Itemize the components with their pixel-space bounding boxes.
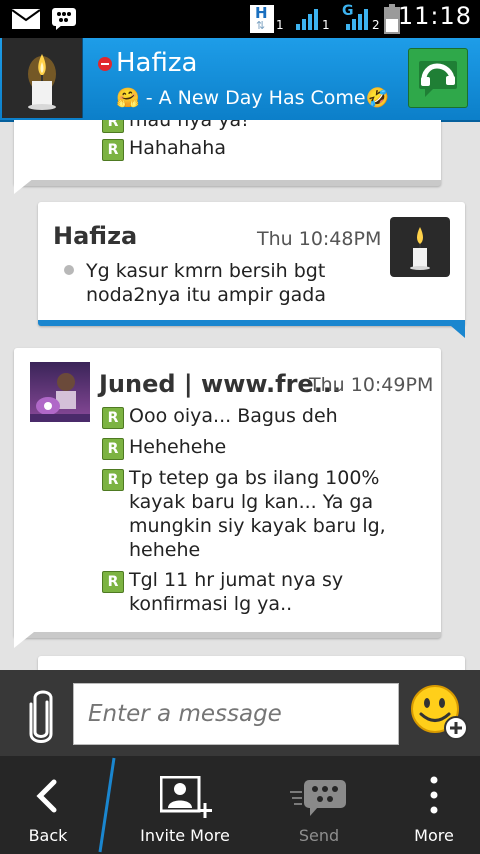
send-button[interactable]: Send bbox=[262, 756, 376, 854]
busy-status-icon bbox=[98, 57, 112, 71]
candle-icon bbox=[410, 227, 430, 270]
h-data-icon: H ⇅ bbox=[250, 4, 274, 33]
back-label: Back bbox=[28, 826, 68, 845]
message-time: Thu 10:48PM bbox=[257, 228, 382, 250]
read-receipt-icon: R bbox=[102, 571, 124, 593]
contact-name[interactable]: Hafiza bbox=[116, 48, 197, 78]
sim2-index: 2 bbox=[372, 18, 380, 32]
message-bubble-incoming: Juned | www.fre... Thu 10:49PM R Ooo oiy… bbox=[14, 348, 441, 638]
more-dots-icon bbox=[430, 776, 438, 814]
message-bubble-incoming: R mau nya ya! R Hahahaha bbox=[14, 120, 441, 186]
toolbar-divider bbox=[98, 757, 116, 853]
add-contact-icon bbox=[160, 776, 212, 818]
conversation-header: Hafiza 🤗 - A New Day Has Come🤣 bbox=[0, 38, 480, 122]
message-time: Thu 10:49PM bbox=[309, 374, 434, 396]
contact-status-message: 🤗 - A New Day Has Come🤣 bbox=[116, 87, 390, 109]
sender-avatar bbox=[390, 217, 450, 277]
message-bubble-outgoing: Hafiza Thu 10:48PM Yg kasur kmrn bersih … bbox=[38, 202, 465, 326]
sim1-index: 1 bbox=[276, 18, 284, 32]
bubble-tail bbox=[14, 178, 34, 194]
message-text: Tgl 11 hr jumat nya sy konfirmasi lg ya.… bbox=[129, 569, 344, 615]
message-text: mau nya ya! bbox=[129, 120, 249, 131]
sent-status-icon bbox=[64, 265, 74, 275]
bubble-tail bbox=[14, 632, 34, 648]
status-bar: H ⇅ 1 1 G 2 11:18 bbox=[0, 0, 480, 38]
read-receipt-icon: R bbox=[102, 139, 124, 161]
bbm-icon bbox=[52, 8, 76, 30]
read-receipt-icon: R bbox=[102, 120, 124, 133]
message-sender: Hafiza bbox=[53, 222, 138, 250]
read-receipt-icon: R bbox=[102, 407, 124, 429]
user-photo-icon bbox=[30, 373, 90, 422]
sim1-signal-index: 1 bbox=[322, 18, 330, 32]
signal-sim1-icon bbox=[296, 9, 318, 30]
smiley-add-icon[interactable] bbox=[410, 684, 470, 742]
conversation-area[interactable]: R mau nya ya! R Hahahaha Hafiza Thu 10:4… bbox=[0, 120, 480, 670]
message-text: Tp tetep ga bs ilang 100% kayak baru lg … bbox=[129, 467, 386, 561]
invite-more-label: Invite More bbox=[140, 826, 230, 845]
message-text: Yg kasur kmrn bersih bgt noda2nya itu am… bbox=[86, 260, 326, 306]
message-composer bbox=[0, 670, 480, 756]
bubble-tail bbox=[444, 320, 465, 338]
bbm-send-icon bbox=[290, 780, 346, 816]
invite-more-button[interactable]: Invite More bbox=[122, 756, 248, 854]
sender-avatar bbox=[30, 362, 90, 422]
phone-icon bbox=[419, 61, 457, 97]
more-button[interactable]: More bbox=[390, 756, 478, 854]
message-text: Ooo oiya... Bagus deh bbox=[129, 405, 338, 427]
message-bubble-partial bbox=[38, 656, 465, 670]
signal-sim2-icon bbox=[346, 9, 368, 30]
candle-icon bbox=[28, 54, 56, 110]
bottom-toolbar: Back Invite More Send More bbox=[0, 756, 480, 854]
read-receipt-icon: R bbox=[102, 438, 124, 460]
more-label: More bbox=[414, 826, 454, 845]
back-button[interactable]: Back bbox=[0, 756, 96, 854]
message-text: Hahahaha bbox=[129, 137, 226, 159]
paperclip-icon[interactable] bbox=[27, 688, 55, 744]
call-button[interactable] bbox=[408, 48, 468, 108]
message-sender: Juned | www.fre... bbox=[99, 370, 342, 398]
send-label: Send bbox=[298, 826, 340, 845]
mail-icon bbox=[12, 9, 40, 29]
message-text: Hehehehe bbox=[129, 436, 227, 458]
chevron-left-icon bbox=[36, 779, 57, 813]
clock: 11:18 bbox=[397, 2, 472, 30]
contact-avatar[interactable] bbox=[2, 38, 83, 118]
read-receipt-icon: R bbox=[102, 469, 124, 491]
message-input[interactable] bbox=[73, 683, 399, 745]
